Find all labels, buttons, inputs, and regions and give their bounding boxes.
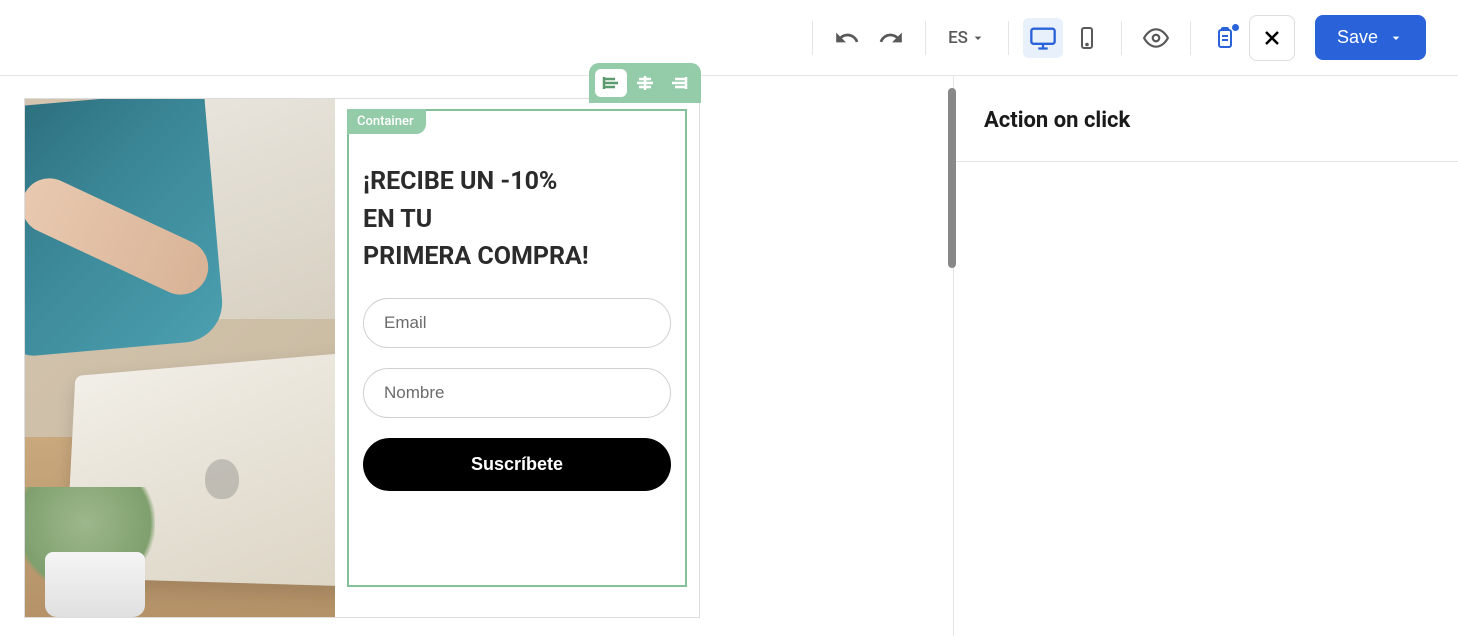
apple-logo-icon	[205, 459, 239, 499]
image-panel	[25, 99, 335, 617]
align-right-tab[interactable]	[663, 69, 695, 97]
preview-button[interactable]	[1136, 18, 1176, 58]
sidebar-title: Action on click	[954, 76, 1458, 161]
align-left-icon	[601, 74, 621, 92]
chevron-down-icon	[970, 30, 986, 46]
separator	[812, 21, 813, 55]
scrollbar[interactable]	[948, 88, 956, 268]
redo-button[interactable]	[871, 18, 911, 58]
alignment-tabs	[589, 63, 701, 103]
undo-icon	[834, 25, 860, 51]
desktop-view-button[interactable]	[1023, 18, 1063, 58]
language-selector[interactable]: ES	[940, 28, 994, 48]
heading: ¡RECIBE UN -10% EN TU PRIMERA COMPRA!	[363, 163, 671, 276]
close-icon	[1260, 26, 1284, 50]
main-area: Container ¡RECIBE UN -10% EN TU PRIMERA …	[0, 76, 1458, 636]
mobile-icon	[1075, 26, 1099, 50]
form-panel: Container ¡RECIBE UN -10% EN TU PRIMERA …	[335, 99, 699, 617]
container-label: Container	[347, 109, 426, 134]
separator	[1190, 21, 1191, 55]
divider	[954, 161, 1458, 162]
notification-dot	[1232, 24, 1239, 31]
selected-container[interactable]: Container ¡RECIBE UN -10% EN TU PRIMERA …	[347, 109, 687, 587]
align-right-icon	[669, 74, 689, 92]
separator	[1008, 21, 1009, 55]
save-label: Save	[1337, 27, 1378, 48]
align-center-icon	[635, 74, 655, 92]
subscribe-button[interactable]: Suscríbete	[363, 438, 671, 491]
editor-frame: Container ¡RECIBE UN -10% EN TU PRIMERA …	[24, 98, 700, 618]
email-field[interactable]	[363, 298, 671, 348]
redo-icon	[878, 25, 904, 51]
canvas-area: Container ¡RECIBE UN -10% EN TU PRIMERA …	[0, 76, 953, 636]
desktop-icon	[1029, 24, 1057, 52]
align-center-tab[interactable]	[629, 69, 661, 97]
heading-line-2: EN TU	[363, 205, 432, 234]
properties-sidebar: Action on click	[953, 76, 1458, 636]
toolbar: ES Save	[0, 0, 1458, 76]
throw-blanket	[205, 99, 335, 319]
heading-line-1: ¡RECIBE UN -10%	[363, 167, 557, 196]
close-button[interactable]	[1249, 15, 1295, 61]
plant-pot	[45, 552, 145, 617]
heading-line-3: PRIMERA COMPRA!	[363, 242, 589, 271]
mobile-view-button[interactable]	[1067, 18, 1107, 58]
save-button[interactable]: Save	[1315, 15, 1426, 60]
name-field[interactable]	[363, 368, 671, 418]
separator	[1121, 21, 1122, 55]
language-label: ES	[948, 28, 968, 48]
chevron-down-icon	[1388, 30, 1404, 46]
undo-button[interactable]	[827, 18, 867, 58]
clipboard-button[interactable]	[1205, 18, 1245, 58]
eye-icon	[1143, 25, 1169, 51]
separator	[925, 21, 926, 55]
align-left-tab[interactable]	[595, 69, 627, 97]
